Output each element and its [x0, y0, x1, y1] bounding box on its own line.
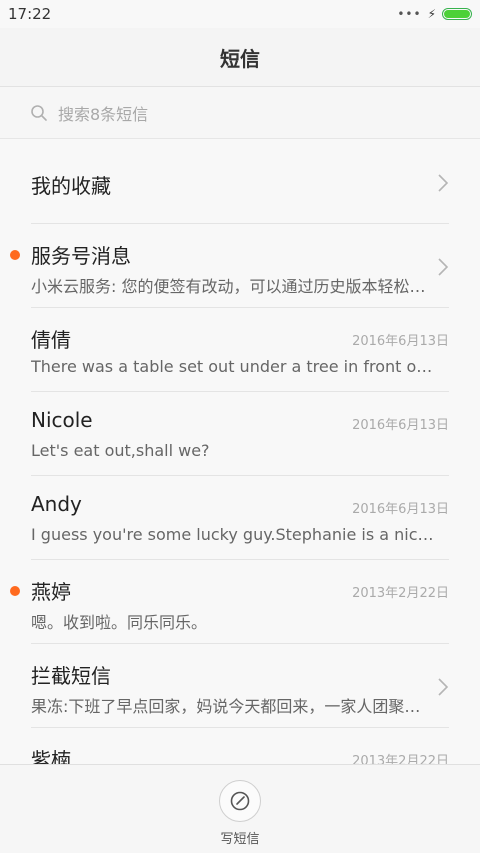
- compose-icon: [230, 791, 250, 811]
- conversation-date: 2016年6月13日: [352, 502, 449, 517]
- conversation-preview: 小米云服务: 您的便签有改动，可以通过历史版本轻松恢复: [31, 277, 436, 296]
- conversation-preview: Let's eat out,shall we?: [31, 441, 210, 460]
- unread-dot: [10, 250, 20, 260]
- conversation-item[interactable]: Andy 2016年6月13日 I guess you're some luck…: [31, 476, 449, 560]
- battery-icon: [442, 8, 472, 20]
- unread-dot: [10, 586, 20, 596]
- conversation-preview: I guess you're some lucky guy.Stephanie …: [31, 525, 436, 544]
- conversation-name: Nicole: [31, 408, 93, 432]
- conversation-name: 倩倩: [31, 328, 71, 352]
- conversation-name: 服务号消息: [31, 244, 131, 268]
- charging-icon: ⚡: [427, 7, 436, 21]
- search-placeholder: 搜索8条短信: [58, 104, 149, 124]
- compose-label: 写短信: [220, 832, 260, 847]
- conversation-preview: 果冻:下班了早点回家，妈说今天都回来，一家人团聚过年: [31, 697, 436, 716]
- sms-screen: 17:22 ••• ⚡ 短信 搜索8条短信 我的收藏 服务号消息 小米云服务: …: [0, 0, 480, 853]
- conversation-date: 2016年6月13日: [352, 334, 449, 349]
- search-bar[interactable]: 搜索8条短信: [0, 87, 480, 139]
- status-icons: ••• ⚡: [397, 7, 472, 21]
- conversation-name: 拦截短信: [31, 664, 111, 688]
- conversation-preview: There was a table set out under a tree i…: [31, 357, 436, 376]
- compose-button[interactable]: [219, 780, 261, 822]
- chevron-right-icon: [438, 258, 449, 276]
- conversation-date: 2013年2月22日: [352, 586, 449, 601]
- conversation-name: Andy: [31, 492, 82, 516]
- conversation-item-favorites[interactable]: 我的收藏: [31, 140, 449, 224]
- status-bar: 17:22 ••• ⚡: [0, 0, 480, 28]
- status-time: 17:22: [8, 5, 52, 23]
- title-bar: 短信: [0, 28, 480, 87]
- search-icon: [31, 104, 47, 121]
- conversation-list: 我的收藏 服务号消息 小米云服务: 您的便签有改动，可以通过历史版本轻松恢复 倩…: [0, 140, 480, 812]
- page-title: 短信: [220, 46, 260, 71]
- signal-dots-icon: •••: [397, 7, 422, 21]
- chevron-right-icon: [438, 174, 449, 192]
- chevron-right-icon: [438, 678, 449, 696]
- conversation-preview: 嗯。收到啦。同乐同乐。: [31, 613, 208, 632]
- bottom-bar: 写短信: [0, 764, 480, 853]
- conversation-item[interactable]: 倩倩 2016年6月13日 There was a table set out …: [31, 308, 449, 392]
- conversation-date: 2016年6月13日: [352, 418, 449, 433]
- conversation-item[interactable]: Nicole 2016年6月13日 Let's eat out,shall we…: [31, 392, 449, 476]
- conversation-item-service[interactable]: 服务号消息 小米云服务: 您的便签有改动，可以通过历史版本轻松恢复: [10, 224, 449, 308]
- conversation-name: 我的收藏: [31, 174, 111, 198]
- conversation-item-blocked[interactable]: 拦截短信 果冻:下班了早点回家，妈说今天都回来，一家人团聚过年: [31, 644, 449, 728]
- conversation-item[interactable]: 燕婷 2013年2月22日 嗯。收到啦。同乐同乐。: [10, 560, 449, 644]
- conversation-name: 燕婷: [31, 580, 71, 604]
